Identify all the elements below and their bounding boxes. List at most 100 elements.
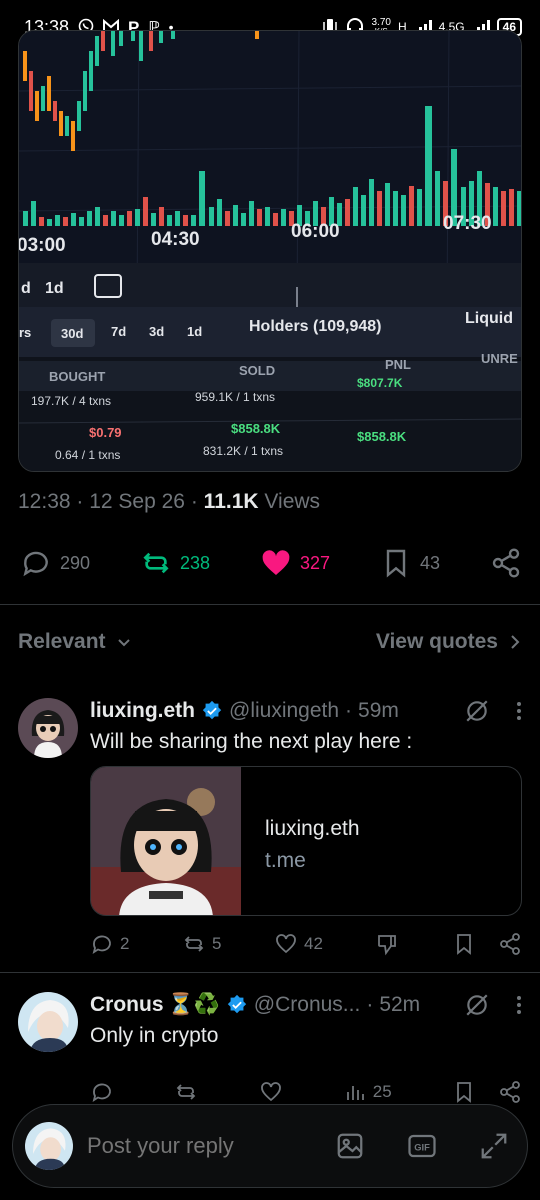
- reply-input[interactable]: [87, 1133, 287, 1159]
- more-options-icon[interactable]: [516, 995, 522, 1015]
- reply-text: Will be sharing the next play here :: [90, 730, 413, 753]
- author-handle[interactable]: @Cronus...: [254, 993, 361, 1017]
- link-card[interactable]: liuxing.eth t.me: [90, 766, 522, 916]
- post-time: 12:38: [18, 490, 71, 513]
- repost-icon: [176, 1084, 196, 1100]
- avatar-illustration: [18, 698, 78, 758]
- row2-bought-price: $0.79: [89, 425, 122, 440]
- share-button[interactable]: [498, 932, 522, 956]
- bookmark-icon: [457, 1082, 471, 1103]
- gif-icon[interactable]: GIF: [407, 1131, 437, 1161]
- like-count: 327: [300, 552, 331, 573]
- reply-item[interactable]: liuxing.eth @liuxingeth · 59m Will be sh…: [0, 690, 540, 970]
- grok-icon[interactable]: [464, 698, 490, 724]
- user-avatar-illustration: [25, 1122, 73, 1170]
- verified-badge-icon: [202, 700, 222, 720]
- avatar-illustration: [18, 992, 78, 1052]
- reply-button[interactable]: [90, 1080, 114, 1104]
- reply-icon: [92, 935, 111, 954]
- like-button[interactable]: [259, 1080, 283, 1104]
- avatar[interactable]: [18, 992, 78, 1052]
- like-button[interactable]: 327: [260, 547, 330, 579]
- col-unre: UNRE: [481, 351, 518, 366]
- share-button[interactable]: [498, 1080, 522, 1104]
- tab-7d: 7d: [111, 324, 126, 339]
- thumbs-down-icon: [378, 935, 397, 956]
- tab-rs: rs: [19, 325, 31, 340]
- liquid-label: Liquid: [465, 310, 513, 327]
- row1-bought: 197.7K / 4 txns: [31, 394, 111, 408]
- image-icon[interactable]: [335, 1131, 365, 1161]
- repost-icon: [184, 936, 204, 952]
- reply-composer: GIF: [12, 1104, 528, 1188]
- views-button[interactable]: 25: [343, 1080, 392, 1104]
- verified-badge-icon: [227, 994, 246, 1014]
- reply-time: 52m: [379, 993, 421, 1016]
- reply-actions: 2 5 42: [90, 932, 522, 956]
- views-label: Views: [264, 490, 321, 513]
- timeframe-d: d: [21, 280, 31, 297]
- row2-sold: 831.2K / 1 txns: [203, 444, 283, 458]
- share-icon: [492, 548, 520, 578]
- view-quotes-link[interactable]: View quotes: [376, 630, 522, 654]
- row2-pnl: $858.8K: [357, 429, 407, 444]
- reply-count: 290: [60, 552, 91, 573]
- post-media-image[interactable]: 03:00 04:30 06:00 07:30 d 1d rs 30d 7d 3…: [18, 30, 522, 472]
- holders-label: Holders (109,948): [249, 318, 382, 335]
- row2-bought: 0.64 / 1 txns: [55, 448, 120, 462]
- share-button[interactable]: [490, 547, 522, 579]
- link-card-image: [91, 767, 241, 915]
- col-bought: BOUGHT: [49, 369, 105, 384]
- bookmark-button[interactable]: [452, 932, 476, 956]
- avatar[interactable]: [18, 698, 78, 758]
- chevron-right-icon: [511, 635, 520, 649]
- repost-button[interactable]: [174, 1080, 198, 1104]
- heart-icon: [276, 934, 296, 954]
- reply-item[interactable]: Cronus ⏳♻️ @Cronus... · 52m Only in cryp…: [0, 984, 540, 1104]
- tab-1d: 1d: [187, 324, 202, 339]
- reply-icon: [92, 1083, 111, 1102]
- author-name[interactable]: liuxing.eth: [90, 699, 195, 723]
- bookmark-button[interactable]: [452, 1080, 476, 1104]
- reply-button[interactable]: 290: [20, 547, 90, 579]
- views-count: 25: [372, 1082, 392, 1101]
- repost-button[interactable]: 5: [182, 932, 221, 956]
- reply-button[interactable]: 2: [90, 932, 129, 956]
- bookmark-count: 43: [420, 552, 441, 573]
- chevron-down-icon: [117, 639, 130, 647]
- like-button[interactable]: 42: [274, 932, 323, 956]
- more-options-icon[interactable]: [516, 701, 522, 721]
- col-pnl: PNL: [385, 357, 411, 372]
- divider: [0, 972, 540, 973]
- bookmark-button[interactable]: 43: [380, 547, 440, 579]
- link-card-title: liuxing.eth: [265, 817, 360, 840]
- grok-icon[interactable]: [464, 992, 490, 1018]
- reply-text: Only in crypto: [90, 1024, 219, 1047]
- author-handle[interactable]: @liuxingeth: [229, 699, 339, 723]
- chart-screenshot: 03:00 04:30 06:00 07:30 d 1d rs 30d 7d 3…: [19, 31, 521, 471]
- chart-time-label-1: 03:00: [19, 235, 66, 256]
- views-icon: [346, 1086, 364, 1100]
- bookmark-icon: [457, 934, 471, 955]
- chart-time-label-3: 06:00: [291, 221, 340, 242]
- expand-icon[interactable]: [479, 1131, 509, 1161]
- dislike-button[interactable]: [375, 932, 399, 956]
- reply-icon: [23, 551, 48, 577]
- sort-relevant-dropdown[interactable]: Relevant: [18, 630, 132, 654]
- row2-sold-price: $858.8K: [231, 421, 281, 436]
- sort-label: Relevant: [18, 630, 106, 653]
- net-speed-value: 3.70: [371, 17, 391, 28]
- reply-header: liuxing.eth @liuxingeth · 59m: [90, 698, 522, 724]
- author-name[interactable]: Cronus: [90, 993, 164, 1017]
- bookmark-icon: [386, 549, 406, 578]
- repost-count: 5: [212, 934, 222, 953]
- repost-button[interactable]: 238: [140, 547, 210, 579]
- heart-icon: [260, 1082, 281, 1102]
- link-card-domain: t.me: [265, 849, 306, 872]
- tab-3d: 3d: [149, 324, 164, 339]
- views-count[interactable]: 11.1K: [204, 490, 259, 513]
- like-count: 42: [304, 934, 323, 953]
- reply-count: 2: [120, 934, 130, 953]
- row1-pnl: $807.7K: [357, 376, 403, 390]
- link-card-text: liuxing.eth t.me: [241, 767, 360, 915]
